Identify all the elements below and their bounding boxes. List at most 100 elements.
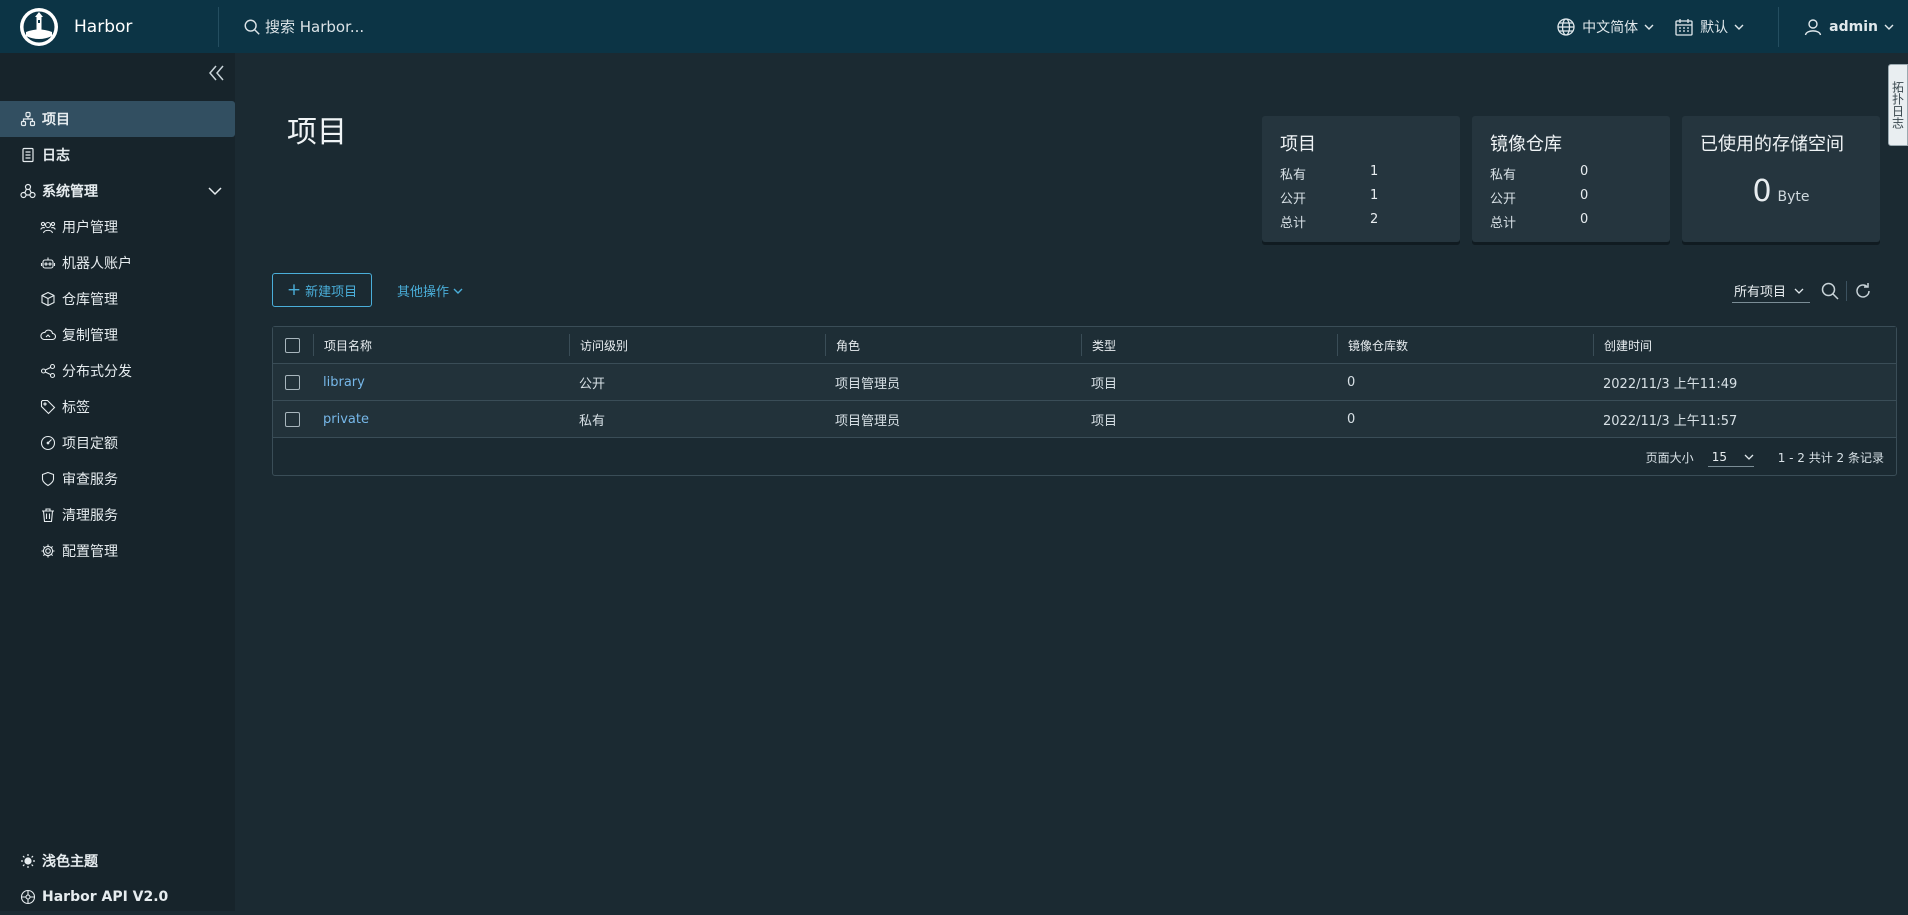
distribution-icon — [40, 363, 56, 379]
card-row-public: 公开 0 — [1490, 188, 1640, 207]
main-content: 项目 项目 私有 1 公开 1 总计 2 镜像仓库 私有 0 公开 0 总计 0 — [235, 53, 1908, 911]
row-value: 1 — [1370, 188, 1379, 203]
sidebar-item-label: 仓库管理 — [62, 292, 118, 308]
sidebar-item-registries[interactable]: 仓库管理 — [0, 281, 235, 317]
project-link[interactable]: private — [323, 412, 369, 427]
datetime-format-label: 默认 — [1700, 19, 1729, 36]
sidebar-item-label: 标签 — [62, 400, 90, 416]
card-row-total: 总计 0 — [1490, 212, 1640, 231]
theme-toggle[interactable]: 浅色主题 — [0, 843, 235, 879]
sidebar-item-projects[interactable]: 项目 — [0, 101, 235, 137]
refresh-icon[interactable] — [1853, 281, 1873, 301]
globe-icon — [1557, 17, 1575, 36]
sidebar-item-configuration[interactable]: 配置管理 — [0, 533, 235, 569]
row-label: 总计 — [1490, 216, 1517, 231]
new-project-button[interactable]: + 新建项目 — [272, 273, 372, 307]
top-header: Harbor 中文简体 默认 admin — [0, 0, 1908, 53]
row-label: 私有 — [1280, 168, 1307, 183]
sidebar-item-label: 复制管理 — [62, 328, 118, 344]
row-select-cell — [273, 364, 313, 400]
access-level-cell: 公开 — [579, 376, 606, 392]
sidebar-nav: 项目 日志 系统管理 用户管理 机器人账户 仓库管理 复制管理 分布式分发 标签… — [0, 101, 235, 569]
page-size-select[interactable]: 15 — [1707, 448, 1754, 467]
sidebar-item-robot-accounts[interactable]: 机器人账户 — [0, 245, 235, 281]
row-label: 总计 — [1280, 216, 1307, 231]
gear-icon — [41, 544, 55, 558]
sidebar-item-label: 清理服务 — [62, 508, 118, 524]
sidebar-item-interrogation-services[interactable]: 审查服务 — [0, 461, 235, 497]
card-row-total: 总计 2 — [1280, 212, 1430, 231]
table-header: 项目名称 访问级别 角色 类型 镜像仓库数 创建时间 — [273, 327, 1896, 364]
project-name-cell: private — [313, 401, 569, 437]
shield-icon — [41, 471, 55, 487]
column-header-access[interactable]: 访问级别 — [569, 334, 825, 356]
page-size-label: 页面大小 — [1645, 451, 1694, 465]
repo-count-cell: 0 — [1347, 374, 1356, 390]
search-icon[interactable] — [1820, 281, 1840, 301]
datetime-format-selector[interactable]: 默认 — [1674, 17, 1744, 37]
harbor-logo-icon — [20, 7, 58, 46]
global-search[interactable] — [243, 16, 843, 37]
collapse-sidebar-icon[interactable] — [204, 61, 228, 85]
repo-count-cell: 0 — [1347, 411, 1356, 427]
row-label: 公开 — [1280, 192, 1307, 207]
chevron-down-icon — [453, 288, 463, 294]
harbor-api-link[interactable]: Harbor API V2.0 — [0, 879, 235, 915]
chevron-down-icon — [1644, 24, 1654, 30]
sidebar-item-users[interactable]: 用户管理 — [0, 209, 235, 245]
row-value: 2 — [1370, 212, 1379, 227]
language-selector[interactable]: 中文简体 — [1556, 17, 1654, 37]
filter-selected-label: 所有项目 — [1734, 285, 1787, 300]
type-cell: 项目 — [1091, 376, 1118, 392]
search-icon — [244, 19, 260, 35]
row-checkbox[interactable] — [285, 374, 300, 390]
sidebar-item-label: 用户管理 — [62, 220, 118, 236]
chevron-down-icon — [1884, 24, 1894, 30]
sidebar-item-distributions[interactable]: 分布式分发 — [0, 353, 235, 389]
project-link[interactable]: library — [323, 375, 365, 390]
user-name: admin — [1829, 18, 1878, 35]
column-header-type[interactable]: 类型 — [1081, 334, 1337, 356]
sidebar-item-clean-up[interactable]: 清理服务 — [0, 497, 235, 533]
edge-side-tab[interactable]: 拓扑日志 — [1888, 64, 1908, 146]
sidebar-item-project-quotas[interactable]: 项目定额 — [0, 425, 235, 461]
column-header-repo-count[interactable]: 镜像仓库数 — [1337, 334, 1593, 356]
column-header-created[interactable]: 创建时间 — [1593, 334, 1893, 356]
column-header-role[interactable]: 角色 — [825, 334, 1081, 356]
other-actions-label: 其他操作 — [397, 285, 450, 300]
row-checkbox[interactable] — [285, 411, 300, 427]
language-label: 中文简体 — [1582, 19, 1639, 36]
other-actions-dropdown[interactable]: 其他操作 — [397, 281, 464, 300]
role-cell: 项目管理员 — [835, 376, 901, 392]
user-menu[interactable]: admin — [1803, 17, 1894, 37]
select-all-cell — [273, 327, 313, 363]
sidebar-item-administration[interactable]: 系统管理 — [0, 173, 235, 209]
row-select-cell — [273, 401, 313, 437]
type-cell: 项目 — [1091, 413, 1118, 429]
chevron-down-icon — [208, 187, 222, 196]
plus-icon: + — [286, 280, 302, 300]
header-divider — [218, 6, 219, 47]
table-footer: 页面大小 15 1 - 2 共计 2 条记录 — [1646, 448, 1884, 467]
sidebar-item-label: 项目 — [42, 112, 70, 128]
sidebar-item-replications[interactable]: 复制管理 — [0, 317, 235, 353]
chevron-down-icon — [1734, 24, 1744, 30]
card-row-private: 私有 0 — [1490, 164, 1640, 183]
sidebar-item-logs[interactable]: 日志 — [0, 137, 235, 173]
brand[interactable]: Harbor — [0, 0, 218, 53]
select-all-checkbox[interactable] — [285, 337, 300, 353]
sidebar-item-label: 审查服务 — [62, 472, 118, 488]
toolbar-divider — [1846, 281, 1847, 301]
project-filter-select[interactable]: 所有项目 — [1732, 279, 1810, 303]
sidebar-item-label: 配置管理 — [62, 544, 118, 560]
storage-unit: Byte — [1777, 189, 1810, 205]
projects-icon — [20, 111, 36, 127]
card-title: 项目 — [1280, 134, 1316, 155]
created-time-cell: 2022/11/3 上午11:49 — [1603, 376, 1738, 392]
header-divider — [1778, 6, 1780, 47]
theme-toggle-label: 浅色主题 — [42, 854, 98, 870]
search-input[interactable] — [263, 16, 627, 37]
column-header-name[interactable]: 项目名称 — [313, 334, 569, 356]
sidebar-item-labels[interactable]: 标签 — [0, 389, 235, 425]
sidebar-footer: 浅色主题 Harbor API V2.0 — [0, 843, 235, 915]
